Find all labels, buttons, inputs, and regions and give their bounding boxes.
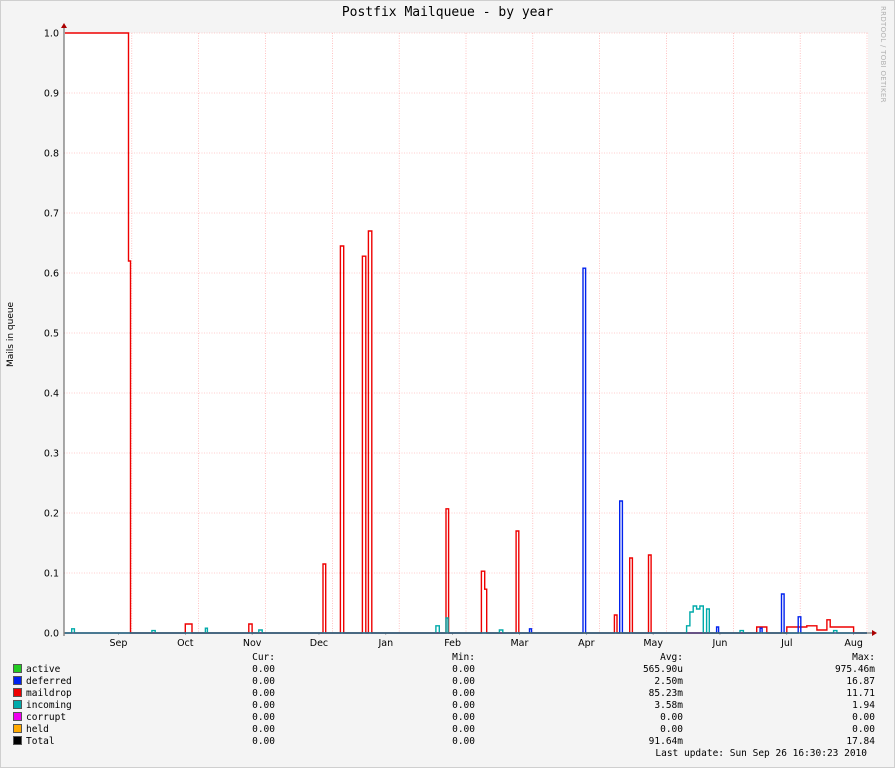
legend-avg: 85.23m — [648, 688, 683, 699]
legend-swatch — [13, 724, 22, 733]
x-tick-labels: SepOctNovDecJanFebMarAprMayJunJulAugSep — [110, 638, 863, 649]
legend-header-max: Max: — [852, 652, 875, 663]
legend-max: 11.71 — [846, 688, 875, 699]
legend-avg: 0.00 — [660, 712, 683, 723]
legend-min: 0.00 — [452, 688, 475, 699]
legend-cur: 0.00 — [252, 712, 275, 723]
legend-name: deferred — [26, 676, 72, 687]
y-tick-label: 0.7 — [44, 209, 59, 220]
legend-header-row: Cur: Min: Avg: Max: — [0, 652, 895, 664]
y-tick-label: 0.1 — [44, 569, 59, 580]
x-tick-label: Oct — [177, 638, 194, 649]
legend-header-min: Min: — [452, 652, 475, 663]
legend-avg: 2.50m — [654, 676, 683, 687]
legend-avg: 565.90u — [642, 664, 683, 675]
x-tick-label: May — [643, 638, 663, 649]
x-tick-label: Mar — [510, 638, 528, 649]
x-tick-label: Jan — [377, 638, 393, 649]
y-tick-label: 0.6 — [44, 269, 59, 280]
last-update: Last update: Sun Sep 26 16:30:23 2010 — [655, 748, 867, 759]
y-tick-label: 1.0 — [44, 29, 59, 40]
legend-row-corrupt: corrupt 0.00 0.00 0.00 0.00 — [0, 712, 895, 724]
legend-row-deferred: deferred 0.00 0.00 2.50m 16.87 — [0, 676, 895, 688]
y-axis-arrow — [61, 23, 67, 28]
legend-swatch — [13, 676, 22, 685]
legend-header-avg: Avg: — [660, 652, 683, 663]
y-tick-label: 0.3 — [44, 449, 59, 460]
x-tick-label: Feb — [444, 638, 461, 649]
x-tick-label: Dec — [310, 638, 328, 649]
legend-row-maildrop: maildrop 0.00 0.00 85.23m 11.71 — [0, 688, 895, 700]
legend-min: 0.00 — [452, 712, 475, 723]
legend-min: 0.00 — [452, 724, 475, 735]
y-tick-labels: 0.0 0.1 0.2 0.3 0.4 0.5 0.6 0.7 0.8 0.9 1.0 — [44, 29, 59, 640]
x-tick-label: Nov — [243, 638, 262, 649]
legend-min: 0.00 — [452, 700, 475, 711]
legend-header-cur: Cur: — [252, 652, 275, 663]
legend-name: active — [26, 664, 61, 675]
legend-cur: 0.00 — [252, 664, 275, 675]
y-tick-label: 0.8 — [44, 149, 59, 160]
legend-name: incoming — [26, 700, 72, 711]
y-tick-label: 0.5 — [44, 329, 59, 340]
legend-max: 1.94 — [852, 700, 875, 711]
legend-max: 16.87 — [846, 676, 875, 687]
legend-min: 0.00 — [452, 736, 475, 747]
legend-name: corrupt — [26, 712, 67, 723]
legend-max: 17.84 — [846, 736, 875, 747]
chart-plot: 0.0 0.1 0.2 0.3 0.4 0.5 0.6 0.7 0.8 0.9 1.0 Sep Oct… — [44, 23, 877, 649]
legend-row-active: active 0.00 0.00 565.90u 975.46m — [0, 664, 895, 676]
legend-swatch — [13, 712, 22, 721]
y-tick-label: 0.4 — [44, 389, 59, 400]
x-tick-label: Sep — [110, 638, 128, 649]
legend-cur: 0.00 — [252, 700, 275, 711]
legend-swatch — [13, 664, 22, 673]
legend-swatch — [13, 736, 22, 745]
legend-row-total: Total 0.00 0.00 91.64m 17.84 — [0, 736, 895, 748]
y-tick-label: 0.2 — [44, 509, 59, 520]
legend-min: 0.00 — [452, 676, 475, 687]
legend-avg: 91.64m — [648, 736, 683, 747]
legend-cur: 0.00 — [252, 688, 275, 699]
legend-cur: 0.00 — [252, 676, 275, 687]
legend-cur: 0.00 — [252, 736, 275, 747]
x-tick-label: Jul — [780, 638, 792, 649]
legend-max: 0.00 — [852, 724, 875, 735]
legend-swatch — [13, 700, 22, 709]
legend-name: held — [26, 724, 49, 735]
legend-avg: 0.00 — [660, 724, 683, 735]
legend-name: Total — [26, 736, 55, 747]
legend-row-incoming: incoming 0.00 0.00 3.58m 1.94 — [0, 700, 895, 712]
y-tick-label: 0.0 — [44, 629, 59, 640]
x-tick-label: Aug — [844, 638, 863, 649]
x-tick-label: Jun — [712, 638, 728, 649]
legend-min: 0.00 — [452, 664, 475, 675]
x-axis-arrow — [872, 630, 877, 636]
legend-max: 975.46m — [834, 664, 875, 675]
legend-name: maildrop — [26, 688, 72, 699]
x-tick-label: Apr — [578, 638, 595, 649]
legend-max: 0.00 — [852, 712, 875, 723]
legend-cur: 0.00 — [252, 724, 275, 735]
legend-avg: 3.58m — [654, 700, 683, 711]
legend-row-held: held 0.00 0.00 0.00 0.00 — [0, 724, 895, 736]
legend-swatch — [13, 688, 22, 697]
y-tick-label: 0.9 — [44, 89, 59, 100]
